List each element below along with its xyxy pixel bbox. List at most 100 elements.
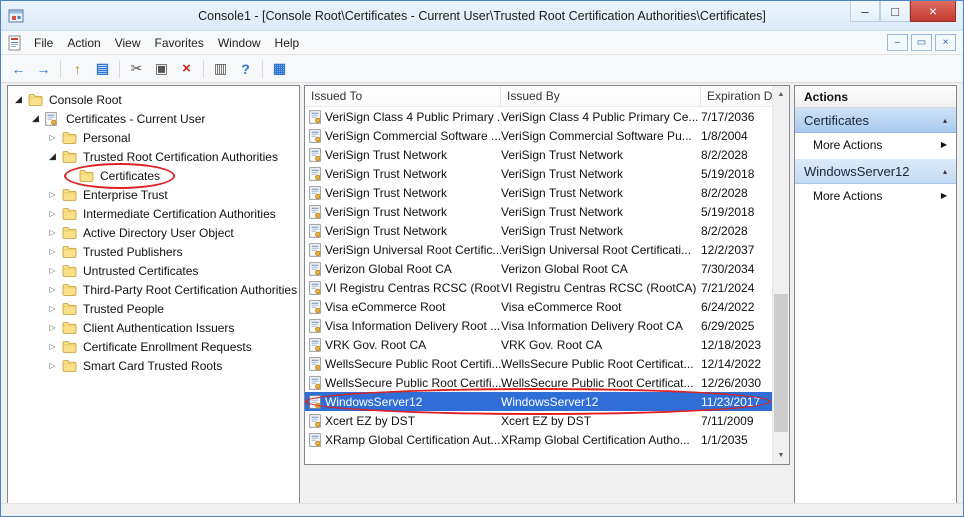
copy-button[interactable]: ▣ — [150, 57, 173, 80]
certificate-row-verisign-trust-network[interactable]: VeriSign Trust NetworkVeriSign Trust Net… — [305, 202, 772, 221]
expander-collapsed-icon[interactable]: ▷ — [46, 209, 59, 218]
tree-item-certificate-enrollment-requests[interactable]: ▷Certificate Enrollment Requests — [8, 337, 299, 356]
maximize-button[interactable]: □ — [880, 1, 910, 22]
help-button[interactable]: ? — [234, 57, 257, 80]
tree-item-certificates-current-user[interactable]: ◢Certificates - Current User — [8, 109, 299, 128]
up-one-level-button[interactable]: ↑ — [66, 57, 89, 80]
tree-item-personal[interactable]: ▷Personal — [8, 128, 299, 147]
certificate-row-wellssecure-public-root-certifi[interactable]: WellsSecure Public Root Certifi...WellsS… — [305, 373, 772, 392]
more-actions-windowsserver12[interactable]: More Actions▶ — [795, 184, 956, 207]
tree-node[interactable]: Client Authentication Issuers — [59, 321, 237, 335]
expander-expanded-icon[interactable]: ◢ — [12, 94, 25, 105]
tree-node[interactable]: Trusted Publishers — [59, 245, 186, 259]
menu-file[interactable]: File — [27, 33, 60, 53]
tree-node[interactable]: Personal — [59, 131, 133, 145]
certificate-row-verizon-global-root-ca[interactable]: Verizon Global Root CAVerizon Global Roo… — [305, 259, 772, 278]
tree-node[interactable]: Certificate Enrollment Requests — [59, 340, 255, 354]
issued-by-cell: Xcert EZ by DST — [501, 414, 701, 428]
menu-view[interactable]: View — [108, 33, 148, 53]
show-hide-action-pane-button[interactable]: ▦ — [268, 57, 291, 80]
back-button[interactable]: ← — [7, 57, 30, 80]
minimize-button[interactable]: – — [850, 1, 880, 22]
expander-collapsed-icon[interactable]: ▷ — [46, 285, 59, 294]
cut-button[interactable]: ✂ — [125, 57, 148, 80]
vertical-scrollbar[interactable]: ▲ ▼ — [772, 86, 789, 464]
expander-collapsed-icon[interactable]: ▷ — [46, 247, 59, 256]
expander-collapsed-icon[interactable]: ▷ — [46, 304, 59, 313]
tree-item-intermediate-certification-authorities[interactable]: ▷Intermediate Certification Authorities — [8, 204, 299, 223]
tree-node[interactable]: Active Directory User Object — [59, 226, 237, 240]
column-header-expiration-d[interactable]: Expiration D — [701, 86, 772, 106]
tree-item-certificates[interactable]: Certificates — [8, 166, 299, 185]
menu-favorites[interactable]: Favorites — [148, 33, 211, 53]
column-header-issued-to[interactable]: Issued To — [305, 86, 501, 106]
certificate-row-visa-ecommerce-root[interactable]: Visa eCommerce RootVisa eCommerce Root6/… — [305, 297, 772, 316]
tree-item-trusted-people[interactable]: ▷Trusted People — [8, 299, 299, 318]
titlebar[interactable]: Console1 - [Console Root\Certificates - … — [1, 1, 963, 31]
certificate-row-vrk-gov-root-ca[interactable]: VRK Gov. Root CAVRK Gov. Root CA12/18/20… — [305, 335, 772, 354]
certificate-row-verisign-universal-root-certific[interactable]: VeriSign Universal Root Certific...VeriS… — [305, 240, 772, 259]
tree-node[interactable]: Third-Party Root Certification Authoriti… — [59, 283, 300, 297]
menu-action[interactable]: Action — [60, 33, 107, 53]
tree-item-enterprise-trust[interactable]: ▷Enterprise Trust — [8, 185, 299, 204]
show-hide-console-tree-button[interactable]: ▤ — [91, 57, 114, 80]
tree-item-client-authentication-issuers[interactable]: ▷Client Authentication Issuers — [8, 318, 299, 337]
certificate-icon — [305, 262, 325, 276]
tree-node[interactable]: Untrusted Certificates — [59, 264, 201, 278]
tree-item-trusted-root-certification-authorities[interactable]: ◢Trusted Root Certification Authorities — [8, 147, 299, 166]
tree-item-smart-card-trusted-roots[interactable]: ▷Smart Card Trusted Roots — [8, 356, 299, 375]
tree-node[interactable]: Trusted Root Certification Authorities — [59, 150, 281, 164]
actions-section-header-windowsserver12[interactable]: WindowsServer12▴ — [795, 159, 956, 184]
expander-collapsed-icon[interactable]: ▷ — [46, 190, 59, 199]
expander-collapsed-icon[interactable]: ▷ — [46, 323, 59, 332]
expander-collapsed-icon[interactable]: ▷ — [46, 266, 59, 275]
scrollbar-thumb[interactable] — [774, 294, 788, 432]
certificate-row-vi-registru-centras-rcsc-root[interactable]: VI Registru Centras RCSC (Root...VI Regi… — [305, 278, 772, 297]
expander-expanded-icon[interactable]: ◢ — [46, 151, 59, 162]
certificate-row-verisign-commercial-software[interactable]: VeriSign Commercial Software ...VeriSign… — [305, 126, 772, 145]
delete-button[interactable]: × — [175, 57, 198, 80]
export-list-button[interactable]: ▥ — [209, 57, 232, 80]
certificate-row-verisign-trust-network[interactable]: VeriSign Trust NetworkVeriSign Trust Net… — [305, 145, 772, 164]
certificate-row-windowsserver12[interactable]: WindowsServer12WindowsServer1211/23/2017 — [305, 392, 772, 411]
certificate-row-verisign-class-4-public-primary[interactable]: VeriSign Class 4 Public Primary ...VeriS… — [305, 107, 772, 126]
certificate-row-xramp-global-certification-aut[interactable]: XRamp Global Certification Aut...XRamp G… — [305, 430, 772, 449]
menu-help[interactable]: Help — [268, 33, 307, 53]
actions-section-header-certificates[interactable]: Certificates▴ — [795, 108, 956, 133]
close-button[interactable]: × — [910, 1, 956, 22]
certificate-row-xcert-ez-by-dst[interactable]: Xcert EZ by DSTXcert EZ by DST7/11/2009 — [305, 411, 772, 430]
tree-node[interactable]: Console Root — [25, 93, 125, 107]
certificate-row-verisign-trust-network[interactable]: VeriSign Trust NetworkVeriSign Trust Net… — [305, 221, 772, 240]
tree-node[interactable]: Certificates - Current User — [42, 112, 208, 126]
expander-collapsed-icon[interactable]: ▷ — [46, 342, 59, 351]
tree-item-untrusted-certificates[interactable]: ▷Untrusted Certificates — [8, 261, 299, 280]
more-actions-certificates[interactable]: More Actions▶ — [795, 133, 956, 156]
certificate-row-verisign-trust-network[interactable]: VeriSign Trust NetworkVeriSign Trust Net… — [305, 183, 772, 202]
expander-collapsed-icon[interactable]: ▷ — [46, 133, 59, 142]
tree-node[interactable]: Enterprise Trust — [59, 188, 171, 202]
mdi-restore-button[interactable]: ▭ — [911, 34, 932, 51]
certificate-row-visa-information-delivery-root[interactable]: Visa Information Delivery Root ...Visa I… — [305, 316, 772, 335]
expander-collapsed-icon[interactable]: ▷ — [46, 361, 59, 370]
collapse-chevron-icon[interactable]: ▴ — [943, 116, 947, 125]
forward-button[interactable]: → — [32, 57, 55, 80]
certificate-row-verisign-trust-network[interactable]: VeriSign Trust NetworkVeriSign Trust Net… — [305, 164, 772, 183]
column-header-issued-by[interactable]: Issued By — [501, 86, 701, 106]
expander-collapsed-icon[interactable]: ▷ — [46, 228, 59, 237]
tree-item-active-directory-user-object[interactable]: ▷Active Directory User Object — [8, 223, 299, 242]
mdi-minimize-button[interactable]: – — [887, 34, 908, 51]
scroll-up-arrow-icon[interactable]: ▲ — [773, 86, 789, 103]
tree-node[interactable]: Trusted People — [59, 302, 167, 316]
tree-node[interactable]: Intermediate Certification Authorities — [59, 207, 279, 221]
menu-window[interactable]: Window — [211, 33, 268, 53]
tree-item-console-root[interactable]: ◢Console Root — [8, 90, 299, 109]
tree-item-third-party-root-certification-authorities[interactable]: ▷Third-Party Root Certification Authorit… — [8, 280, 299, 299]
tree-item-trusted-publishers[interactable]: ▷Trusted Publishers — [8, 242, 299, 261]
annotated-tree-node[interactable]: Certificates — [76, 169, 163, 183]
expander-expanded-icon[interactable]: ◢ — [29, 113, 42, 124]
mdi-close-button[interactable]: × — [935, 34, 956, 51]
collapse-chevron-icon[interactable]: ▴ — [943, 167, 947, 176]
certificate-row-wellssecure-public-root-certifi[interactable]: WellsSecure Public Root Certifi...WellsS… — [305, 354, 772, 373]
tree-node[interactable]: Smart Card Trusted Roots — [59, 359, 225, 373]
scroll-down-arrow-icon[interactable]: ▼ — [773, 447, 789, 464]
